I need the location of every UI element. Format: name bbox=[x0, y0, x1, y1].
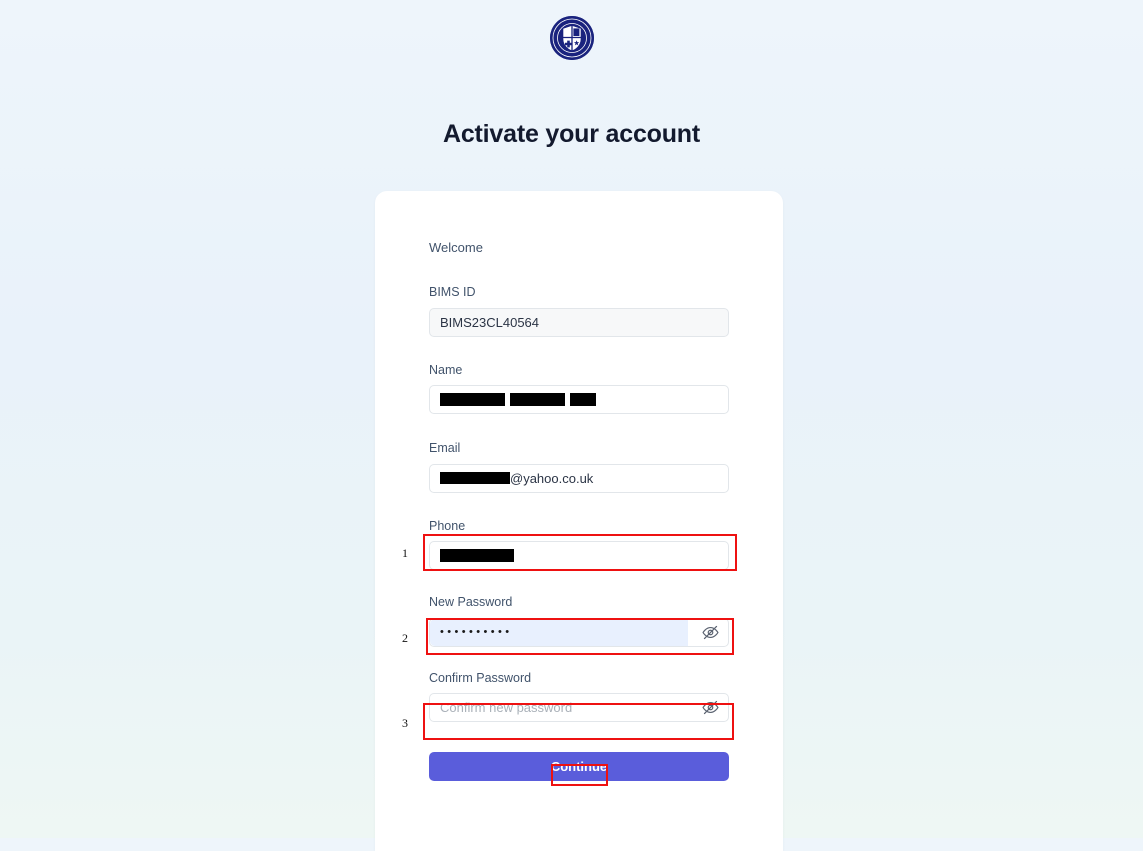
welcome-text: Welcome bbox=[429, 240, 483, 255]
page-title: Activate your account bbox=[443, 120, 700, 148]
confirm-password-input[interactable]: Confirm new password bbox=[429, 693, 729, 722]
redaction-block bbox=[440, 549, 514, 562]
phone-input[interactable] bbox=[429, 541, 729, 570]
eye-off-icon[interactable] bbox=[700, 622, 720, 642]
university-seal-logo bbox=[549, 16, 594, 60]
confirm-password-label: Confirm Password bbox=[429, 670, 532, 685]
redaction-block bbox=[510, 393, 565, 406]
email-domain-text: @yahoo.co.uk bbox=[510, 470, 594, 486]
phone-field: Phone bbox=[429, 518, 729, 570]
eye-off-icon[interactable] bbox=[700, 698, 720, 718]
name-field: Name bbox=[429, 362, 729, 414]
name-label: Name bbox=[429, 362, 463, 377]
activation-card: Welcome BIMS ID BIMS23CL40564 Name Email bbox=[375, 191, 783, 851]
activation-form: Welcome BIMS ID BIMS23CL40564 Name Email bbox=[429, 241, 729, 781]
email-input[interactable]: @yahoo.co.uk bbox=[429, 463, 729, 493]
logo-container bbox=[0, 16, 1143, 60]
phone-label: Phone bbox=[429, 518, 466, 533]
name-input[interactable] bbox=[429, 385, 729, 414]
new-password-field: New Password •••••••••• bbox=[429, 596, 729, 647]
redaction-block bbox=[570, 393, 596, 406]
confirm-password-placeholder: Confirm new password bbox=[440, 700, 573, 715]
new-password-value: •••••••••• bbox=[440, 626, 513, 638]
new-password-label: New Password bbox=[429, 595, 513, 609]
new-password-input[interactable]: •••••••••• bbox=[429, 617, 729, 647]
email-label: Email bbox=[429, 441, 461, 455]
redaction-block bbox=[440, 472, 510, 484]
activation-page: Activate your account Welcome BIMS ID BI… bbox=[0, 0, 1143, 851]
email-field: Email @yahoo.co.uk bbox=[429, 442, 729, 493]
bims-id-input[interactable]: BIMS23CL40564 bbox=[429, 307, 729, 337]
continue-button[interactable]: Continue bbox=[429, 752, 729, 781]
confirm-password-field: Confirm Password Confirm new password bbox=[429, 670, 729, 722]
bims-id-field: BIMS ID BIMS23CL40564 bbox=[429, 286, 729, 337]
bims-id-label: BIMS ID bbox=[429, 285, 476, 299]
bims-id-value: BIMS23CL40564 bbox=[440, 314, 540, 330]
continue-button-label: Continue bbox=[550, 759, 608, 774]
redaction-block bbox=[440, 393, 505, 406]
